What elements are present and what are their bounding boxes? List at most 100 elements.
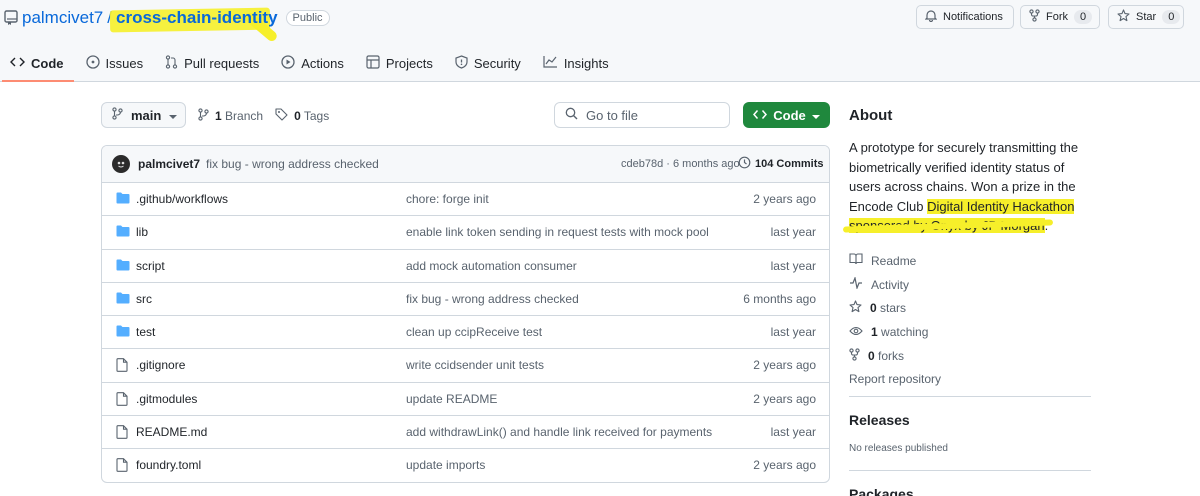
file-commit-message[interactable]: update README [406,392,497,406]
file-row[interactable]: .github/workflows chore: forge init 2 year… [102,183,829,217]
tab-pull-requests[interactable]: Pull requests [155,44,271,82]
commit-author[interactable]: palmcivet7 [138,157,200,171]
file-commit-date: 2 years ago [753,192,816,206]
play-icon [281,54,295,72]
report-label: Report repository [849,372,942,387]
file-commit-message[interactable]: enable link token sending in request tes… [406,225,709,239]
file-name[interactable]: foundry.toml [136,458,201,472]
tab-actions[interactable]: Actions [271,44,356,82]
file-rows: .github/workflows chore: forge init 2 year… [102,183,829,482]
eye-icon [849,325,863,339]
file-commit-message[interactable]: add mock automation consumer [406,259,577,273]
packages-heading[interactable]: Packages [849,486,914,496]
folder-icon [116,259,130,274]
file-table: palmcivet7 fix bug - wrong address check… [101,145,830,483]
fork-icon [1029,9,1040,25]
code-icon [753,108,768,123]
file-row[interactable]: lib enable link token sending in request … [102,216,829,250]
file-row[interactable]: .gitmodules update README 2 years ago [102,383,829,417]
tags-link[interactable]: 0 Tags [294,109,329,123]
tag-icon [275,108,288,124]
file-row[interactable]: script add mock automation consumer last y… [102,250,829,283]
file-name[interactable]: script [136,259,165,273]
watching-count: 1 [871,324,878,339]
issue-icon [85,54,100,72]
about-heading: About [849,107,893,124]
branch-icon [198,108,209,124]
star-count: 0 [1162,10,1181,24]
file-commit-date: 2 years ago [753,458,816,473]
file-name[interactable]: src [136,292,152,306]
file-commit-date: last year [770,258,816,273]
file-commit-message[interactable]: chore: forge init [406,192,489,206]
tab-issues[interactable]: Issues [76,44,156,82]
tab-projects[interactable]: Projects [356,44,445,82]
repo-owner-link[interactable]: palmcivet7 [22,8,103,28]
file-name[interactable]: .gitmodules [136,392,197,406]
tab-label: Projects [385,55,433,71]
tags-count: 0 [294,109,301,123]
fork-button[interactable]: Fork 0 [1020,5,1100,29]
readme-label: Readme [871,253,917,268]
file-name[interactable]: test [136,325,155,339]
no-releases-text: No releases published [849,443,948,454]
star-icon [1117,9,1130,25]
file-row[interactable]: test clean up ccipReceive test last year [102,316,829,350]
file-row[interactable]: foundry.toml update imports 2 years ago [102,449,829,482]
visibility-badge: Public [285,10,330,26]
commit-hash-time[interactable]: cdeb78d · 6 months ago [621,158,740,170]
watching-label: watching [881,324,929,339]
pulse-icon [849,275,863,292]
file-name[interactable]: .github/workflows [136,192,228,206]
repo-name-link[interactable]: cross-chain-identity [116,8,278,27]
file-commit-date: 2 years ago [753,391,816,406]
watching-link[interactable]: 1 watching [849,320,941,344]
sidebar-divider [849,396,1091,397]
branches-count: 1 [215,109,222,123]
tab-label: Pull requests [184,55,260,71]
star-button[interactable]: Star 0 [1108,5,1184,29]
folder-icon [116,192,130,207]
releases-heading[interactable]: Releases [849,412,910,428]
file-name[interactable]: .gitignore [136,358,185,372]
file-row[interactable]: README.md add withdrawLink() and handle l… [102,416,829,450]
file-name[interactable]: README.md [136,425,207,439]
forks-link[interactable]: 0 forks [849,344,941,368]
file-commit-message[interactable]: add withdrawLink() and handle link recei… [406,425,712,439]
file-commit-message[interactable]: write ccidsender unit tests [406,358,544,372]
file-commit-message[interactable]: update imports [406,458,485,472]
notifications-button[interactable]: Notifications [916,5,1014,29]
tab-code[interactable]: Code [0,44,76,82]
report-repository-link[interactable]: Report repository [849,367,941,391]
stars-link[interactable]: 0 stars [849,296,941,320]
readme-link[interactable]: Readme [849,249,941,273]
commit-history-link[interactable]: 104 Commits [738,156,823,172]
branch-tag-info: 1 Branch 0 Tags [198,108,329,124]
go-to-file-input[interactable]: Go to file [554,102,730,128]
branch-selector[interactable]: main [101,102,186,128]
file-commit-message[interactable]: fix bug - wrong address checked [406,292,579,306]
file-name[interactable]: lib [136,225,148,239]
forks-label: forks [878,348,905,363]
activity-link[interactable]: Activity [849,273,941,297]
tab-label: Code [31,55,64,71]
tab-insights[interactable]: Insights [533,44,621,82]
file-row[interactable]: src fix bug - wrong address checked 6 mont… [102,283,829,317]
commit-count: 104 Commits [755,158,824,170]
activity-label: Activity [871,277,910,292]
file-row[interactable]: .gitignore write ccidsender unit tests 2 y… [102,349,829,383]
branch-name: main [131,107,162,123]
branch-icon [112,107,123,123]
file-commit-message[interactable]: clean up ccipReceive test [406,325,542,339]
file-commit-date: 2 years ago [753,358,816,373]
repo-header: palmcivet7 / cross-chain-identity Public… [0,0,1200,82]
branches-link[interactable]: 1 Branch [215,109,263,123]
avatar[interactable] [112,155,130,173]
code-dropdown-button[interactable]: Code [743,102,830,128]
tab-label: Security [473,55,521,71]
file-icon [116,425,128,442]
file-commit-date: 6 months ago [743,291,816,306]
tab-security[interactable]: Security [445,44,533,82]
commit-message[interactable]: fix bug - wrong address checked [206,157,379,171]
repo-title: palmcivet7 / cross-chain-identity Public [4,6,330,44]
